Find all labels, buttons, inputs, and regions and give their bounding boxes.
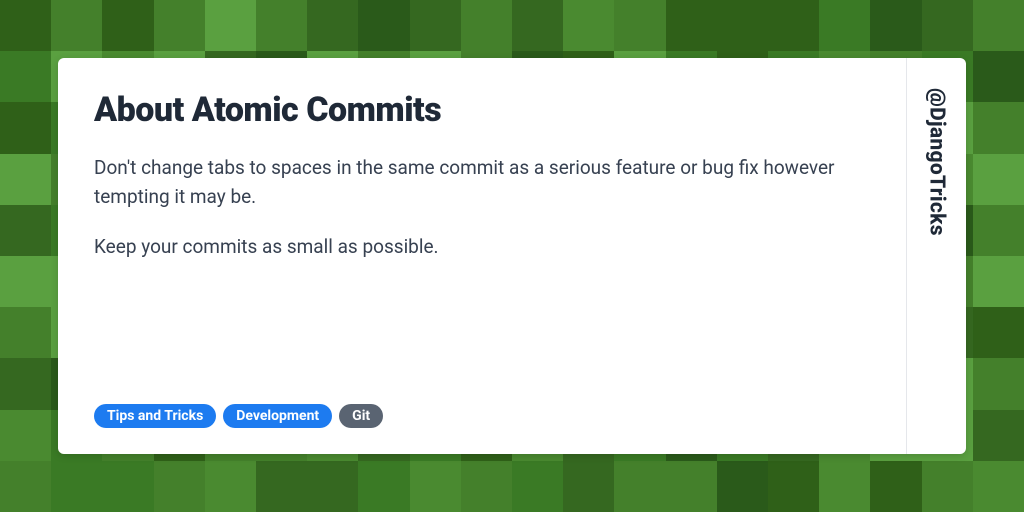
tag-development[interactable]: Development [223,404,332,428]
paragraph: Don't change tabs to spaces in the same … [94,154,870,211]
card-title: About Atomic Commits [94,90,870,130]
twitter-handle[interactable]: @DjangoTricks [925,88,949,236]
tag-git[interactable]: Git [339,404,383,428]
content-card: About Atomic Commits Don't change tabs t… [58,58,966,454]
paragraph: Keep your commits as small as possible. [94,233,870,262]
sidebar: @DjangoTricks [906,58,966,454]
main-content: About Atomic Commits Don't change tabs t… [58,58,906,454]
tag-tips-and-tricks[interactable]: Tips and Tricks [94,404,216,428]
tag-list: Tips and Tricks Development Git [94,404,383,428]
card-body: Don't change tabs to spaces in the same … [94,154,870,284]
